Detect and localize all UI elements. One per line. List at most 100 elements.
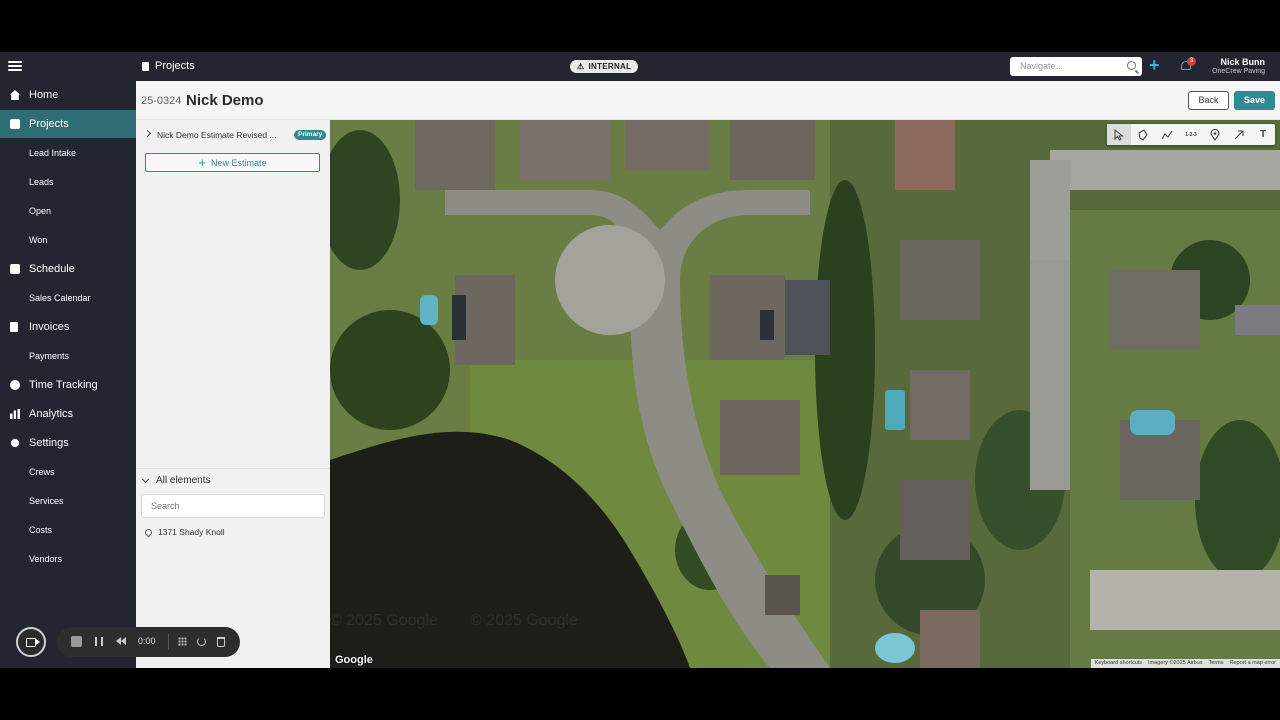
menu-icon[interactable] <box>8 59 22 73</box>
sidebar-item-open[interactable]: Open <box>0 197 136 225</box>
sidebar-item-settings[interactable]: Settings <box>0 429 136 457</box>
stop-button[interactable] <box>71 636 82 647</box>
map-attribution: Keyboard shortcuts Imagery ©2025 Airbus … <box>1090 659 1280 668</box>
marker-tool[interactable] <box>1203 124 1227 145</box>
drawing-toolbar: 1-2-3 T <box>1107 124 1275 145</box>
measure-tool[interactable]: 1-2-3 <box>1179 124 1203 145</box>
estimate-panel: Nick Demo Estimate Revised ... Primary +… <box>136 120 330 668</box>
map-pin-icon <box>143 527 154 537</box>
sidebar-item-projects[interactable]: Projects <box>0 110 136 138</box>
gear-icon <box>10 438 20 448</box>
sidebar-item-label: Costs <box>29 525 53 535</box>
invoice-icon <box>10 322 18 332</box>
chevron-down-icon <box>141 475 150 483</box>
report-error-link[interactable]: Report a map error <box>1230 660 1276 667</box>
estimate-name: Nick Demo Estimate Revised ... <box>157 130 277 140</box>
environment-badge: ⚠ INTERNAL <box>570 60 639 73</box>
imagery-credit: Imagery ©2025 Airbus <box>1148 660 1203 666</box>
notifications-button[interactable]: 3 <box>1180 57 1196 72</box>
save-button[interactable]: Save <box>1234 91 1275 110</box>
pointer-tool[interactable] <box>1107 124 1131 145</box>
sidebar-item-label: Open <box>29 206 52 216</box>
sidebar-item-label: Crews <box>29 467 55 477</box>
grid-icon[interactable] <box>178 637 187 646</box>
recorder-controls: 0:00 <box>57 627 240 657</box>
divider <box>168 634 169 650</box>
sidebar-item-label: Services <box>29 496 64 506</box>
sidebar-item-lead-intake[interactable]: Lead Intake <box>0 139 136 167</box>
breadcrumb: Projects <box>142 60 195 72</box>
restart-icon[interactable] <box>197 637 206 646</box>
notification-badge: 3 <box>1187 57 1196 66</box>
sidebar-item-sales-calendar[interactable]: Sales Calendar <box>0 284 136 312</box>
new-estimate-label: New Estimate <box>211 157 267 168</box>
sidebar-item-label: Analytics <box>29 408 74 420</box>
sidebar-item-schedule[interactable]: Schedule <box>0 255 136 283</box>
sidebar-item-label: Payments <box>29 351 70 361</box>
user-menu[interactable]: Nick Bunn OneCrew Paving <box>1212 57 1265 75</box>
chevron-right-icon[interactable] <box>143 129 152 138</box>
sidebar-item-label: Settings <box>29 437 69 449</box>
estimate-row[interactable]: Nick Demo Estimate Revised ... Primary <box>136 125 330 145</box>
arrow-icon <box>1234 129 1244 139</box>
add-button[interactable]: + <box>1149 55 1160 76</box>
sidebar-item-crews[interactable]: Crews <box>0 458 136 486</box>
sidebar: Home Projects Lead Intake Leads Open Won… <box>0 81 136 668</box>
sidebar-item-label: Vendors <box>29 554 63 564</box>
calendar-icon <box>10 264 20 274</box>
sidebar-item-services[interactable]: Services <box>0 487 136 515</box>
environment-badge-label: INTERNAL <box>588 62 632 71</box>
elements-search-input[interactable] <box>141 494 325 518</box>
google-logo: Google <box>335 654 373 666</box>
keyboard-shortcuts-link[interactable]: Keyboard shortcuts <box>1095 660 1142 667</box>
sidebar-item-label: Lead Intake <box>29 148 77 158</box>
sidebar-item-vendors[interactable]: Vendors <box>0 545 136 573</box>
sidebar-item-time-tracking[interactable]: Time Tracking <box>0 371 136 399</box>
satellite-map[interactable]: © 2025 Google © 2025 Google 1-2-3 T Goog… <box>330 120 1280 668</box>
pause-button[interactable] <box>95 637 103 646</box>
arrow-tool[interactable] <box>1227 124 1251 145</box>
sidebar-item-payments[interactable]: Payments <box>0 342 136 370</box>
top-bar: Projects ⚠ INTERNAL Navigate... + 3 Nick… <box>0 52 1280 81</box>
user-name: Nick Bunn <box>1220 57 1265 67</box>
navigate-search-input[interactable]: Navigate... <box>1010 57 1142 76</box>
breadcrumb-projects[interactable]: Projects <box>155 60 195 72</box>
map-watermark: © 2025 Google <box>330 612 438 629</box>
main-content: 25-0324 Nick Demo Back Save Nick Demo Es… <box>136 81 1280 668</box>
folder-icon <box>10 119 20 129</box>
back-button[interactable]: Back <box>1188 91 1229 110</box>
search-icon[interactable] <box>1127 61 1136 70</box>
sidebar-item-won[interactable]: Won <box>0 226 136 254</box>
polygon-tool[interactable] <box>1131 124 1155 145</box>
plus-icon: + <box>198 154 207 170</box>
satellite-imagery <box>330 120 1280 668</box>
camera-button[interactable] <box>16 627 46 657</box>
warning-icon: ⚠ <box>577 62 585 71</box>
sidebar-item-home[interactable]: Home <box>0 81 136 109</box>
document-icon <box>142 61 149 71</box>
app-window: Projects ⚠ INTERNAL Navigate... + 3 Nick… <box>0 52 1280 668</box>
sidebar-item-analytics[interactable]: Analytics <box>0 400 136 428</box>
element-list-item[interactable]: 1371 Shady Knoll <box>143 527 225 537</box>
sidebar-item-costs[interactable]: Costs <box>0 516 136 544</box>
terms-link[interactable]: Terms <box>1209 660 1224 667</box>
map-watermark: © 2025 Google <box>470 612 578 629</box>
elements-toggle[interactable]: All elements <box>141 475 210 486</box>
polyline-tool[interactable] <box>1155 124 1179 145</box>
page-title: Nick Demo <box>186 92 264 109</box>
sidebar-item-leads[interactable]: Leads <box>0 168 136 196</box>
sidebar-item-label: Sales Calendar <box>29 293 91 303</box>
project-header: 25-0324 Nick Demo Back Save <box>136 81 1280 120</box>
pointer-icon <box>1114 128 1124 141</box>
text-tool[interactable]: T <box>1251 124 1275 145</box>
recording-time: 0:00 <box>138 636 156 646</box>
new-estimate-button[interactable]: + New Estimate <box>145 153 320 172</box>
trash-icon[interactable] <box>217 637 225 647</box>
sidebar-item-label: Invoices <box>29 321 70 333</box>
rewind-button[interactable] <box>116 636 126 645</box>
clock-icon <box>10 380 20 390</box>
sidebar-item-label: Schedule <box>29 263 75 275</box>
project-number: 25-0324 <box>141 95 182 107</box>
marker-icon <box>1210 128 1220 141</box>
sidebar-item-invoices[interactable]: Invoices <box>0 313 136 341</box>
